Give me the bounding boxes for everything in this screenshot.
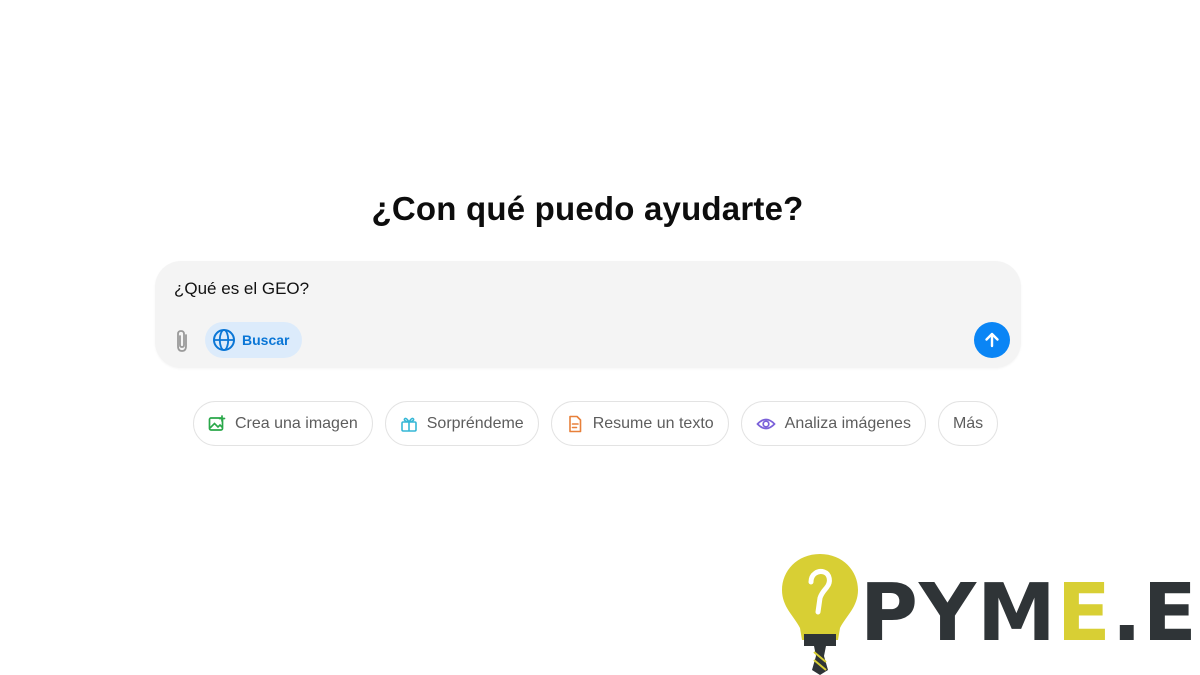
gift-icon: [400, 415, 418, 433]
page: ¿Con qué puedo ayudarte? Buscar: [0, 0, 1200, 675]
chip-label: Crea una imagen: [235, 414, 358, 432]
chip-crea-una-imagen[interactable]: Crea una imagen: [193, 401, 373, 446]
chip-analiza-imagenes[interactable]: Analiza imágenes: [740, 401, 926, 446]
logo-text: PYME.ES: [860, 567, 1200, 659]
page-title: ¿Con qué puedo ayudarte?: [371, 190, 804, 227]
paperclip-icon: [177, 330, 187, 352]
search-toggle-button[interactable]: Buscar: [205, 322, 303, 358]
chip-resume-un-texto[interactable]: Resume un texto: [550, 401, 729, 446]
send-button[interactable]: [974, 322, 1010, 358]
chip-label: Analiza imágenes: [784, 414, 911, 432]
chip-label: Más: [952, 414, 984, 432]
chip-label: Sorpréndeme: [426, 414, 524, 432]
prompt-input[interactable]: [174, 279, 954, 299]
eye-icon: [755, 415, 776, 433]
composer: Buscar: [155, 261, 1021, 368]
chip-label: Resume un texto: [592, 414, 714, 432]
document-icon: [566, 415, 584, 433]
pyme-es-logo: PYME.ES: [780, 552, 1200, 675]
globe-icon: [213, 329, 235, 351]
chip-sorprendeme[interactable]: Sorpréndeme: [384, 401, 539, 446]
chip-mas[interactable]: Más: [937, 401, 999, 446]
search-toggle-label: Buscar: [242, 332, 290, 348]
lightbulb-logo-icon: [782, 554, 858, 675]
attach-button[interactable]: [171, 328, 193, 354]
arrow-up-icon: [985, 332, 999, 348]
suggestion-chips: Crea una imagen Sorpréndeme Resume un te…: [193, 401, 999, 446]
image-plus-icon: [208, 414, 226, 433]
